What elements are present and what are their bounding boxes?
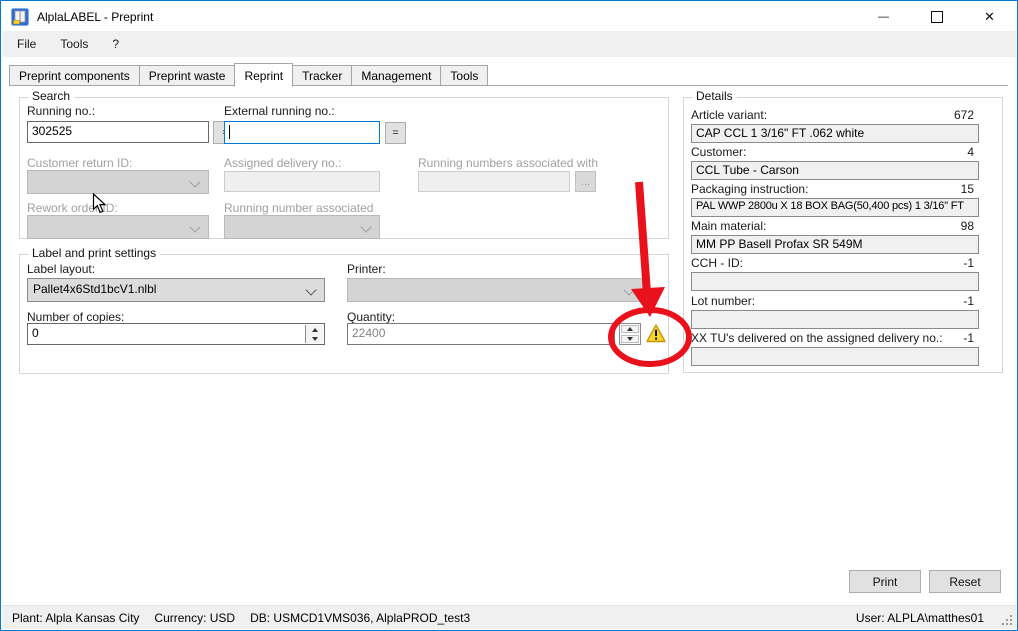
quantity-spinner[interactable] — [619, 323, 641, 345]
customer-field: CCL Tube - Carson — [691, 161, 979, 180]
rework-order-id-combo — [27, 215, 209, 239]
minimize-button[interactable]: — — [857, 2, 910, 31]
label-layout-combo[interactable]: Pallet4x6Std1bcV1.nlbl — [27, 278, 325, 302]
customer-label: Customer: — [691, 145, 746, 159]
tus-delivered-label: XX TU's delivered on the assigned delive… — [691, 331, 943, 345]
printer-label: Printer: — [347, 262, 386, 276]
lot-number-id: -1 — [963, 294, 974, 308]
label-print-settings-legend: Label and print settings — [28, 246, 160, 260]
menu-item-tools[interactable]: Tools — [51, 32, 97, 56]
tab-tools[interactable]: Tools — [440, 65, 488, 86]
external-running-no-label: External running no.: — [224, 104, 335, 118]
tab-reprint[interactable]: Reprint — [234, 63, 293, 87]
minimize-icon: — — [878, 11, 889, 23]
label-print-settings-group: Label and print settings Label layout: P… — [19, 254, 669, 374]
customer-return-id-label: Customer return ID: — [27, 156, 132, 170]
chevron-down-icon — [623, 284, 634, 295]
chevron-down-icon — [189, 221, 200, 232]
packaging-instruction-label: Packaging instruction: — [691, 182, 808, 196]
spin-up-icon[interactable] — [621, 325, 639, 333]
running-no-input[interactable]: 302525 — [27, 121, 209, 143]
window-title: AlplaLABEL - Preprint — [37, 10, 153, 24]
status-bar: Plant: Alpla Kansas City Currency: USD D… — [2, 605, 1016, 629]
cch-id-label: CCH - ID: — [691, 256, 743, 270]
app-icon — [11, 8, 29, 26]
menu-bar: File Tools ? — [2, 31, 1016, 57]
spin-down-icon[interactable] — [306, 334, 323, 343]
status-plant: Plant: Alpla Kansas City — [12, 611, 139, 625]
running-no-label: Running no.: — [27, 104, 95, 118]
main-material-id: 98 — [961, 219, 974, 233]
running-numbers-browse-button: ... — [575, 171, 596, 192]
status-currency: Currency: USD — [154, 611, 235, 625]
cch-id-id: -1 — [963, 256, 974, 270]
main-material-label: Main material: — [691, 219, 766, 233]
reset-button[interactable]: Reset — [929, 570, 1001, 593]
packaging-instruction-id: 15 — [961, 182, 974, 196]
article-variant-field: CAP CCL 1 3/16" FT .062 white — [691, 124, 979, 143]
packaging-instruction-field: PAL WWP 2800u X 18 BOX BAG(50,400 pcs) 1… — [691, 198, 979, 217]
maximize-button[interactable] — [910, 2, 963, 31]
lot-number-field — [691, 310, 979, 329]
menu-item-file[interactable]: File — [8, 32, 45, 56]
main-material-field: MM PP Basell Profax SR 549M — [691, 235, 979, 254]
tus-delivered-field — [691, 347, 979, 366]
external-running-no-input[interactable] — [224, 121, 380, 144]
customer-id: 4 — [967, 145, 974, 159]
running-number-associated-combo — [224, 215, 380, 239]
lot-number-label: Lot number: — [691, 294, 755, 308]
spin-down-icon[interactable] — [621, 335, 639, 343]
cch-id-field — [691, 272, 979, 291]
details-group-legend: Details — [692, 89, 737, 103]
chevron-down-icon — [305, 284, 316, 295]
title-bar: AlplaLABEL - Preprint — ✕ — [2, 2, 1016, 31]
text-caret — [229, 125, 230, 139]
tab-preprint-waste[interactable]: Preprint waste — [139, 65, 236, 86]
article-variant-id: 672 — [954, 108, 974, 122]
search-group: Search Running no.: 302525 = External ru… — [19, 97, 669, 239]
warning-icon — [646, 324, 666, 343]
assigned-delivery-no-label: Assigned delivery no.: — [224, 156, 341, 170]
tus-delivered-id: -1 — [963, 331, 974, 345]
article-variant-label: Article variant: — [691, 108, 767, 122]
running-numbers-associated-with-input — [418, 171, 570, 192]
running-number-associated-label: Running number associated — [224, 201, 373, 215]
app-window: AlplaLABEL - Preprint — ✕ File Tools ? P… — [0, 0, 1018, 631]
quantity-input: 22400 — [347, 323, 615, 345]
number-of-copies-label: Number of copies: — [27, 310, 124, 324]
search-group-legend: Search — [28, 89, 74, 103]
tab-tracker[interactable]: Tracker — [292, 65, 352, 86]
chevron-down-icon — [189, 176, 200, 187]
tab-preprint-components[interactable]: Preprint components — [9, 65, 140, 86]
rework-order-id-label: Rework order ID: — [27, 201, 118, 215]
quantity-label: Quantity: — [347, 310, 395, 324]
menu-item-help[interactable]: ? — [103, 32, 128, 56]
status-user: User: ALPLA\matthes01 — [856, 611, 984, 625]
chevron-down-icon — [360, 221, 371, 232]
label-layout-value: Pallet4x6Std1bcV1.nlbl — [33, 282, 156, 296]
tab-management[interactable]: Management — [351, 65, 441, 86]
print-button[interactable]: Print — [849, 570, 921, 593]
number-of-copies-value: 0 — [32, 326, 39, 340]
customer-return-id-combo — [27, 170, 209, 194]
label-layout-label: Label layout: — [27, 262, 95, 276]
details-group: Details Article variant: 672 CAP CCL 1 3… — [683, 97, 1003, 373]
running-numbers-associated-with-label: Running numbers associated with — [418, 156, 598, 170]
close-button[interactable]: ✕ — [963, 2, 1016, 31]
external-running-no-equals-button[interactable]: = — [385, 122, 406, 144]
assigned-delivery-no-input — [224, 171, 380, 192]
number-of-copies-spinner[interactable] — [305, 325, 323, 343]
resize-grip[interactable] — [1002, 615, 1013, 626]
number-of-copies-input[interactable]: 0 — [27, 323, 325, 345]
printer-combo — [347, 278, 643, 302]
tab-strip: Preprint components Preprint waste Repri… — [9, 62, 487, 86]
maximize-icon — [931, 11, 943, 23]
status-db: DB: USMCD1VMS036, AlplaPROD_test3 — [250, 611, 470, 625]
spin-up-icon[interactable] — [306, 325, 323, 334]
close-icon: ✕ — [984, 9, 995, 25]
